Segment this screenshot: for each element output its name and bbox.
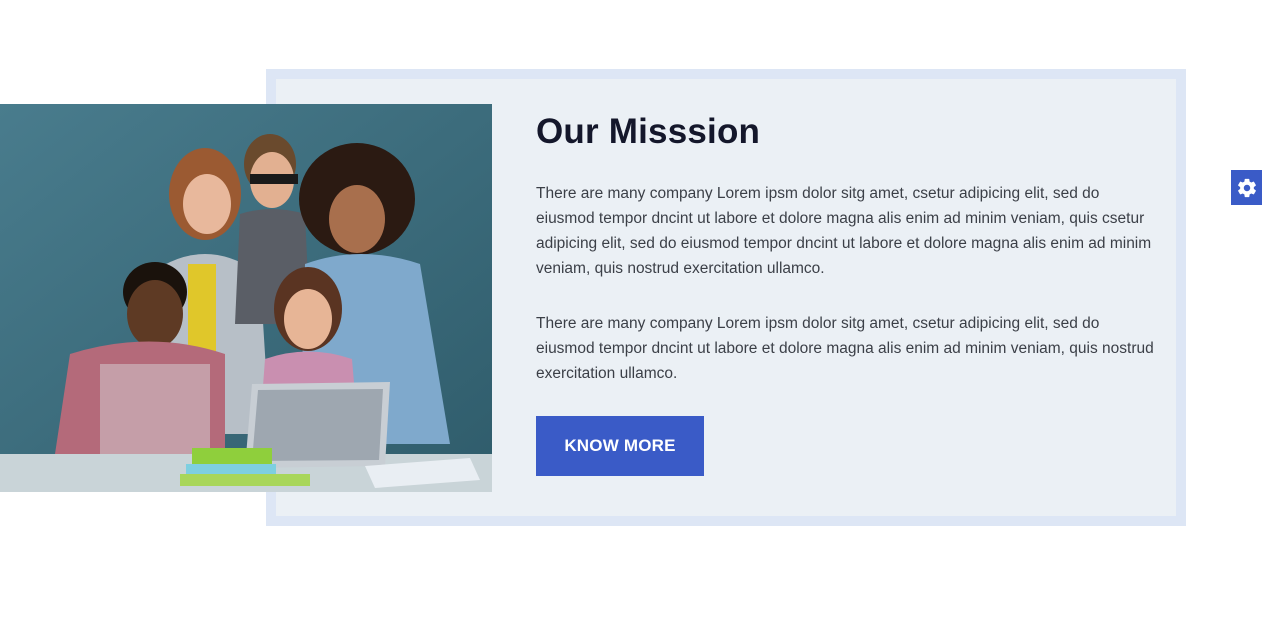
mission-section: Our Misssion There are many company Lore… [0,0,1262,622]
gear-icon [1237,178,1256,197]
team-photo [0,104,492,492]
mission-content: Our Misssion There are many company Lore… [536,108,1161,476]
mission-paragraph-2: There are many company Lorem ipsm dolor … [536,315,1154,382]
settings-button[interactable] [1231,170,1262,205]
know-more-button[interactable]: KNOW MORE [536,416,704,476]
mission-paragraph-1: There are many company Lorem ipsm dolor … [536,185,1152,277]
mission-title: Our Misssion [536,112,761,151]
